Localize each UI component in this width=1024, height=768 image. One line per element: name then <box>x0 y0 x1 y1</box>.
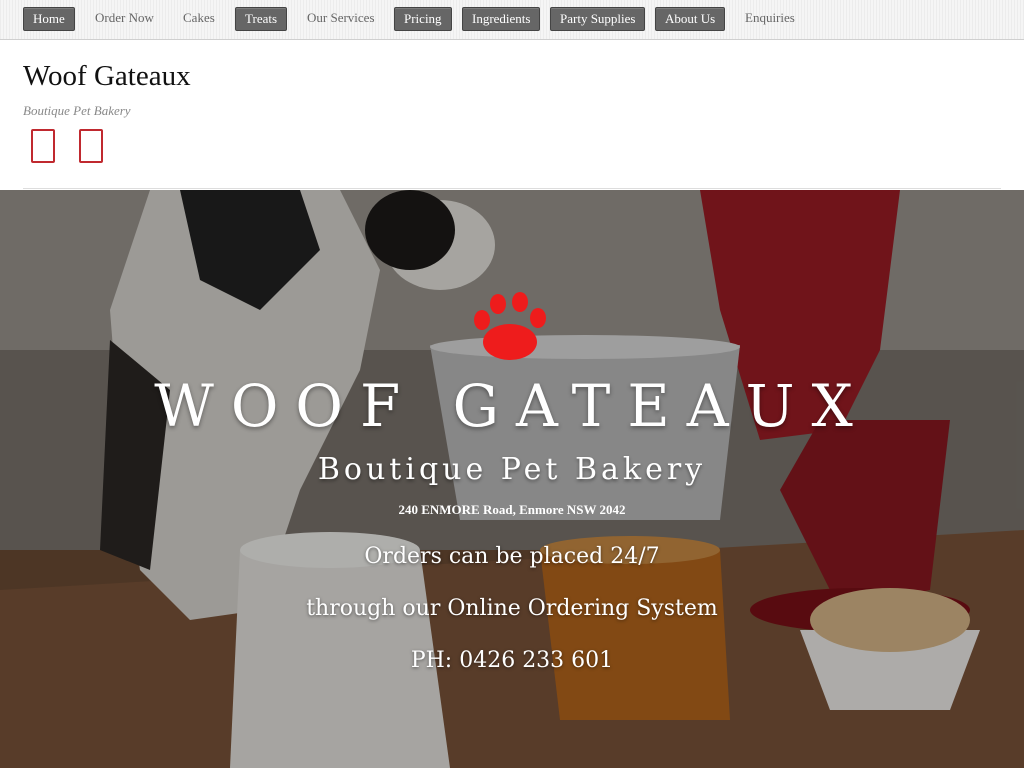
nav-pricing[interactable]: Pricing <box>394 7 452 31</box>
nav-enquiries[interactable]: Enquiries <box>745 7 795 31</box>
nav-home[interactable]: Home <box>23 7 75 31</box>
site-title[interactable]: Woof Gateaux <box>23 60 191 93</box>
paw-icon <box>474 292 546 360</box>
hero-phone[interactable]: PH: 0426 233 601 <box>0 648 1024 673</box>
top-navigation: Home Order Now Cakes Treats Our Services… <box>0 0 1024 40</box>
hero-orders-line: Orders can be placed 24/7 <box>364 544 660 569</box>
hero-subtitle: Boutique Pet Bakery <box>317 452 707 487</box>
nav-order-now[interactable]: Order Now <box>95 7 154 31</box>
hero-title: WOOF GATEAUX <box>154 372 870 440</box>
facebook-icon[interactable] <box>31 129 55 163</box>
nav-party-supplies[interactable]: Party Supplies <box>550 7 646 31</box>
nav-treats[interactable]: Treats <box>235 7 288 31</box>
hero-banner: WOOF GATEAUX Boutique Pet Bakery 240 ENM… <box>0 190 1024 768</box>
instagram-icon[interactable] <box>79 129 103 163</box>
nav-cakes[interactable]: Cakes <box>183 7 215 31</box>
nav-our-services[interactable]: Our Services <box>307 7 375 31</box>
site-tagline: Boutique Pet Bakery <box>23 103 131 118</box>
header-divider <box>23 188 1001 189</box>
nav-about-us[interactable]: About Us <box>655 7 726 31</box>
nav-ingredients[interactable]: Ingredients <box>462 7 541 31</box>
hero-address: 240 ENMORE Road, Enmore NSW 2042 <box>398 502 626 517</box>
hero-online-ordering-line: through our Online Ordering System <box>306 596 718 621</box>
